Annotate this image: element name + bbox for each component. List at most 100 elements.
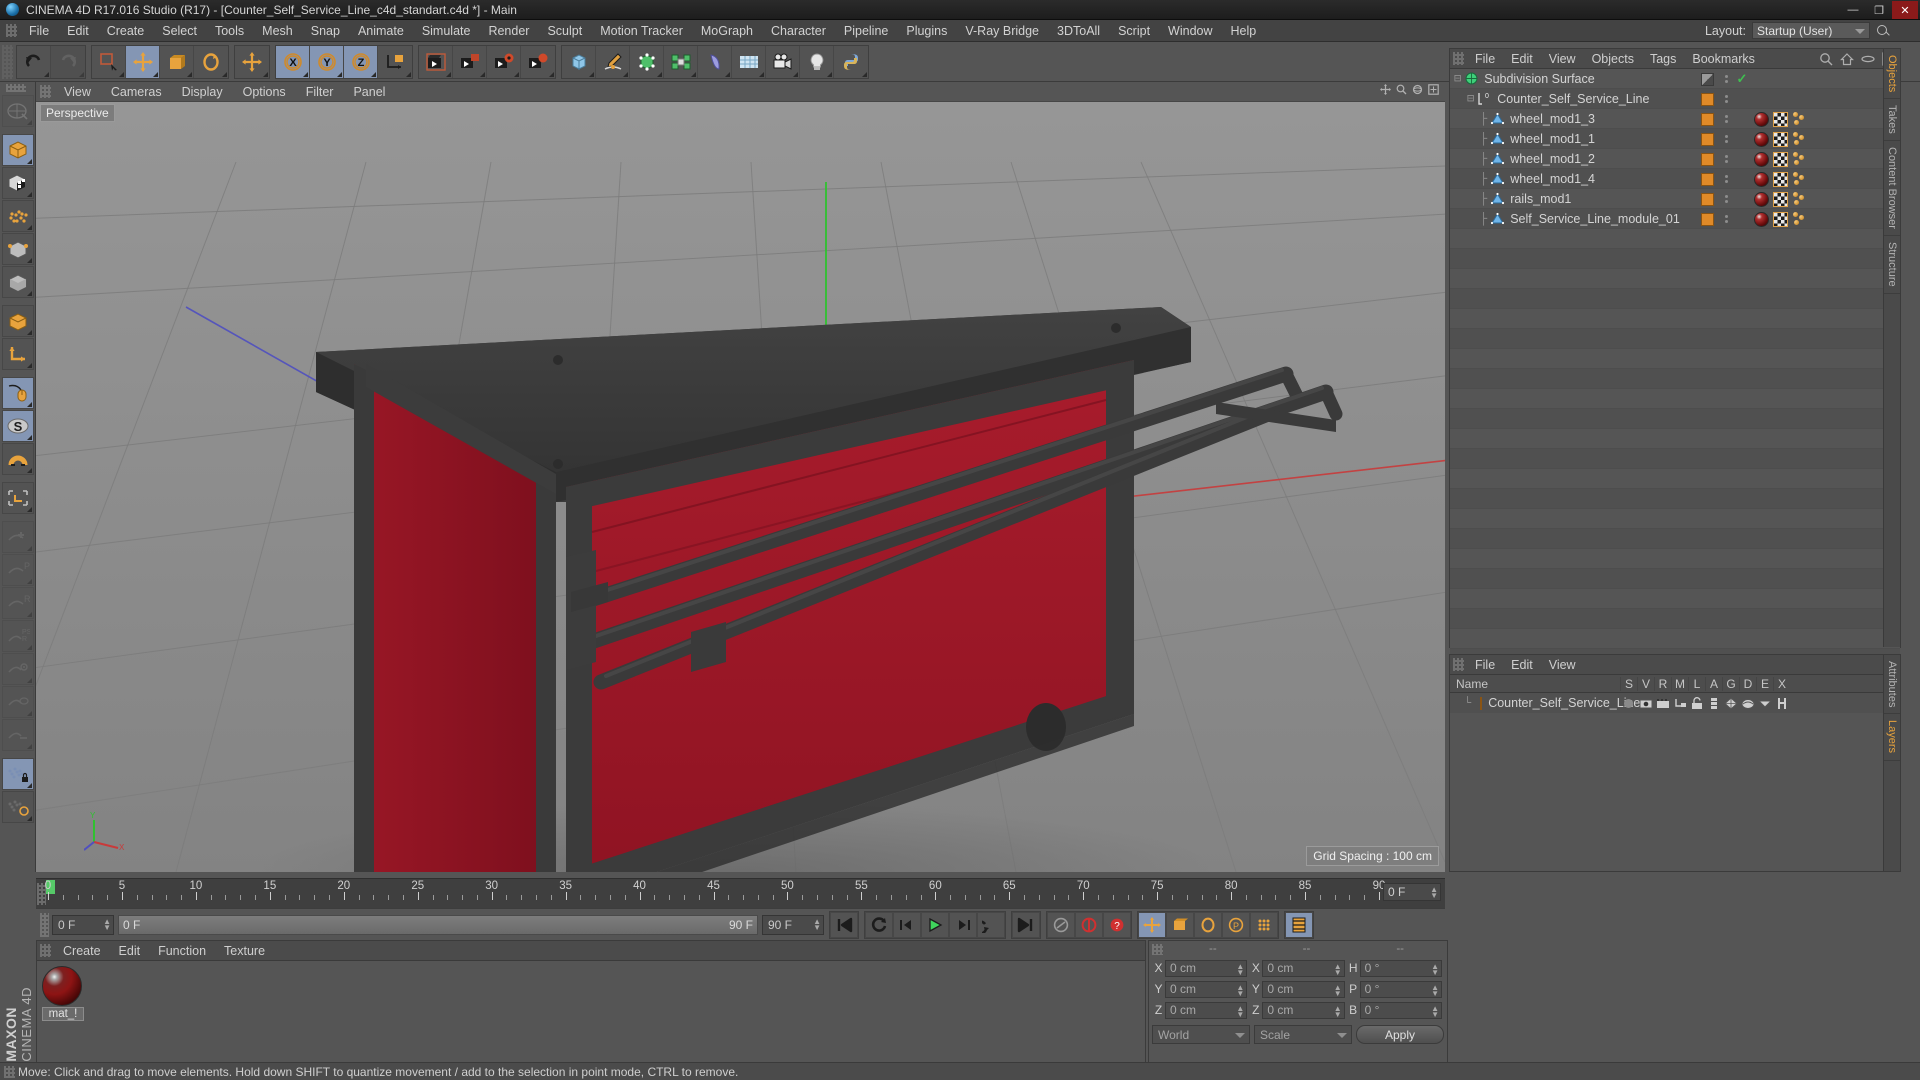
texture-mode-button[interactable]: [1, 167, 34, 199]
table-row[interactable]: ⊟ Subdivision Surface ✓: [1450, 69, 1900, 89]
material-tag-icon[interactable]: [1754, 211, 1769, 227]
lock-y-axis[interactable]: Y: [310, 45, 344, 78]
menu-item-window[interactable]: Window: [1159, 20, 1221, 42]
editor-visibility-dot-icon[interactable]: [1724, 75, 1728, 78]
spinner-icon[interactable]: ▲ ▼: [1431, 1004, 1439, 1018]
object-manager-grip-icon[interactable]: [1453, 52, 1464, 65]
render-visibility-dot-icon[interactable]: [1724, 120, 1728, 123]
visibility-dots[interactable]: [1718, 215, 1734, 223]
rotate-view-icon[interactable]: [1412, 84, 1423, 95]
spinner-icon[interactable]: ▲ ▼: [103, 917, 111, 931]
table-row[interactable]: ⊟ 0 Counter_Self_Service_Line: [1450, 89, 1900, 109]
rotation-key-button[interactable]: [1194, 911, 1222, 938]
zoom-icon[interactable]: [1396, 84, 1407, 95]
material-tag-icon[interactable]: [1754, 191, 1769, 207]
object-menu-view[interactable]: View: [1541, 49, 1584, 69]
scale-key-button[interactable]: [1166, 911, 1194, 938]
object-swatch-cell[interactable]: [1696, 172, 1718, 186]
ellipse-icon[interactable]: [1861, 52, 1875, 66]
editor-visibility-dot-icon[interactable]: [1724, 155, 1728, 158]
viewport-grip-icon[interactable]: [40, 85, 51, 98]
editor-visibility-dot-icon[interactable]: [1724, 135, 1728, 138]
timeline-scale[interactable]: 0 5 10 15 20 25 30 35 40 45 50 55 60 65 70 75 80 85 90: [45, 879, 1385, 909]
status-grip-icon[interactable]: [4, 1065, 15, 1078]
side-tab-layers[interactable]: Layers: [1884, 714, 1900, 761]
object-swatch-cell[interactable]: [1696, 152, 1718, 166]
render-visibility-dot-icon[interactable]: [1724, 80, 1728, 83]
pan-icon[interactable]: [1380, 84, 1391, 95]
column-r[interactable]: R: [1654, 676, 1671, 691]
layer-color-swatch[interactable]: [1480, 696, 1483, 710]
side-tab-content-browser[interactable]: Content Browser: [1884, 141, 1900, 236]
move-axis-tool[interactable]: [235, 45, 269, 78]
menu-item-select[interactable]: Select: [153, 20, 206, 42]
orange-swatch-icon[interactable]: [1700, 212, 1714, 226]
redo-button[interactable]: [51, 45, 85, 78]
object-menu-bookmarks[interactable]: Bookmarks: [1684, 49, 1763, 69]
menu-item-simulate[interactable]: Simulate: [413, 20, 480, 42]
spinner-icon[interactable]: ▲ ▼: [1236, 962, 1244, 976]
coordinate-input-size-z[interactable]: 0 cm ▲ ▼: [1262, 1001, 1345, 1019]
phong-tag-icon[interactable]: [1792, 151, 1807, 167]
orange-swatch-icon[interactable]: [1700, 152, 1714, 166]
side-tab-takes[interactable]: Takes: [1884, 99, 1900, 142]
viewport-menu-filter[interactable]: Filter: [296, 82, 344, 102]
render-visibility-dot-icon[interactable]: [1724, 180, 1728, 183]
uvw-tag-icon[interactable]: [1773, 151, 1788, 167]
material-tag-icon[interactable]: [1754, 171, 1769, 187]
phong-tag-icon[interactable]: [1792, 211, 1807, 227]
visibility-dots[interactable]: [1718, 155, 1734, 163]
menu-grip-icon[interactable]: [6, 24, 17, 37]
editor-visibility-dot-icon[interactable]: [1724, 215, 1728, 218]
material-menu-function[interactable]: Function: [149, 941, 215, 961]
coordinate-system-dropdown[interactable]: World: [1152, 1025, 1250, 1044]
toolbar-grip-icon[interactable]: [2, 44, 13, 79]
spinner-icon[interactable]: ▲ ▼: [1236, 1004, 1244, 1018]
editor-visibility-dot-icon[interactable]: [1724, 195, 1728, 198]
play-reverse-button[interactable]: [865, 911, 893, 938]
coordinate-input-rotation-p[interactable]: 0 ° ▲ ▼: [1359, 980, 1442, 998]
coordinate-input-rotation-h[interactable]: 0 ° ▲ ▼: [1359, 959, 1442, 977]
python-menu[interactable]: [834, 45, 868, 78]
object-enabled-cell[interactable]: ✓: [1734, 71, 1750, 87]
world-object-coordinates[interactable]: [378, 45, 412, 78]
render-visibility-dot-icon[interactable]: [1724, 220, 1728, 223]
material-manager-grip-icon[interactable]: [40, 944, 51, 957]
layout-dropdown[interactable]: Startup (User): [1752, 22, 1870, 39]
spinner-icon[interactable]: ▲ ▼: [1334, 962, 1342, 976]
menu-item-mograph[interactable]: MoGraph: [692, 20, 762, 42]
timeline-ruler[interactable]: 0 5 10 15 20 25 30 35 40 45 50 55 60 65 70 75 80 85 90 0 F…: [36, 878, 1445, 908]
menu-item-edit[interactable]: Edit: [58, 20, 98, 42]
menu-item-mesh[interactable]: Mesh: [253, 20, 302, 42]
transform-mode-dropdown[interactable]: Scale: [1254, 1025, 1352, 1044]
spline-pen-menu[interactable]: [596, 45, 630, 78]
table-row[interactable]: ├ wheel_mod1_3: [1450, 109, 1900, 129]
viewport-solo-button[interactable]: [1, 377, 34, 409]
column-g[interactable]: G: [1722, 676, 1739, 691]
enable-snap-button[interactable]: [1, 521, 34, 553]
layer-toggle-lock-open-icon[interactable]: [1688, 696, 1705, 710]
world-axis-button[interactable]: [1, 338, 34, 370]
coordinate-input-position-z[interactable]: 0 cm ▲ ▼: [1165, 1001, 1248, 1019]
menu-item-render[interactable]: Render: [479, 20, 538, 42]
grey-swatch-icon[interactable]: [1700, 72, 1714, 86]
menu-item-file[interactable]: File: [20, 20, 58, 42]
menu-item-snap[interactable]: Snap: [302, 20, 349, 42]
object-menu-edit[interactable]: Edit: [1503, 49, 1541, 69]
side-tab-structure[interactable]: Structure: [1884, 236, 1900, 294]
menu-item-create[interactable]: Create: [98, 20, 154, 42]
max-frame-field[interactable]: 90 F ▲ ▼: [762, 914, 824, 935]
move-tool[interactable]: [126, 45, 160, 78]
table-row[interactable]: ├ wheel_mod1_1: [1450, 129, 1900, 149]
magnet-tool-button[interactable]: [1, 443, 34, 475]
edges-mode-button[interactable]: [1, 233, 34, 265]
coordinates-grip-icon[interactable]: [1152, 943, 1163, 955]
material-tag-icon[interactable]: [1754, 131, 1769, 147]
column-v[interactable]: V: [1637, 676, 1654, 691]
current-frame-field[interactable]: 0 F ▲ ▼: [52, 914, 114, 935]
visibility-dots[interactable]: [1718, 115, 1734, 123]
viewport-menu-view[interactable]: View: [54, 82, 101, 102]
step-back-button[interactable]: [893, 911, 921, 938]
column-d[interactable]: D: [1739, 676, 1756, 691]
menu-item-plugins[interactable]: Plugins: [897, 20, 956, 42]
